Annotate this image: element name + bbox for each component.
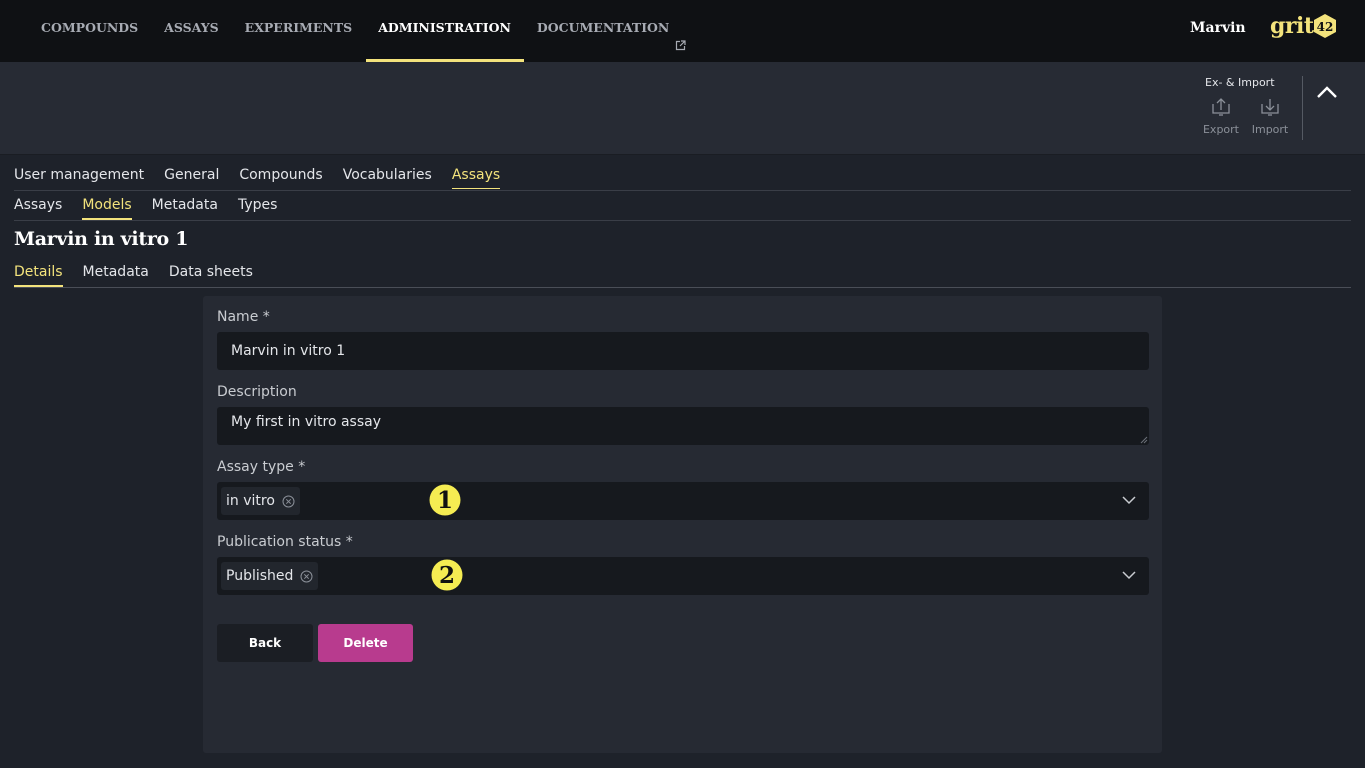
tab-user-management[interactable]: User management [14, 167, 144, 183]
tab-details[interactable]: Details [14, 264, 63, 287]
assay-subtabs-divider [14, 220, 1351, 221]
delete-button[interactable]: Delete [318, 624, 413, 662]
admin-tabs-divider [14, 190, 1351, 191]
annotation-number-1: 1 [437, 487, 453, 514]
nav-documentation[interactable]: DOCUMENTATION [537, 0, 686, 62]
annotation-badge-2: 2 [431, 559, 463, 591]
export-import-title: Ex- & Import [1205, 76, 1275, 89]
import-label: Import [1251, 123, 1289, 136]
toolbar: Ex- & Import Export Import [0, 62, 1365, 155]
tab-metadata[interactable]: Metadata [83, 264, 149, 280]
publication-status-label: Publication status * [217, 534, 353, 550]
toolbar-divider [1302, 76, 1303, 140]
tab-general[interactable]: General [164, 167, 219, 183]
import-icon [1261, 99, 1279, 116]
top-navigation: COMPOUNDS ASSAYS EXPERIMENTS ADMINISTRAT… [0, 0, 1365, 62]
description-textarea[interactable]: My first in vitro assay [217, 407, 1149, 445]
name-input[interactable]: Marvin in vitro 1 [217, 332, 1149, 370]
tab-data-sheets[interactable]: Data sheets [169, 264, 253, 280]
grit42-logo[interactable]: grit 42 [1270, 13, 1337, 39]
page-title: Marvin in vitro 1 [14, 228, 189, 250]
logo-text: grit [1270, 13, 1314, 39]
assay-subtabs: Assays Models Metadata Types [14, 197, 297, 220]
resize-grip-icon[interactable] [1140, 436, 1148, 444]
nav-experiments[interactable]: EXPERIMENTS [245, 0, 353, 62]
annotation-badge-1: 1 [429, 484, 461, 516]
subtab-assays[interactable]: Assays [14, 197, 62, 213]
detail-tabs-divider [14, 287, 1351, 288]
logo-hexagon-icon: 42 [1313, 14, 1336, 38]
subtab-types[interactable]: Types [238, 197, 277, 213]
admin-tabs: User management General Compounds Vocabu… [14, 167, 520, 189]
tab-vocabularies[interactable]: Vocabularies [343, 167, 432, 183]
detail-tabs: Details Metadata Data sheets [14, 264, 273, 287]
model-form: Name * Marvin in vitro 1 Description My … [203, 296, 1162, 753]
export-icon [1212, 98, 1230, 116]
remove-chip-icon[interactable] [300, 570, 313, 583]
annotation-number-2: 2 [439, 562, 455, 589]
tab-assays[interactable]: Assays [451, 167, 501, 189]
export-button[interactable]: Export [1199, 96, 1243, 136]
assay-type-select[interactable]: in vitro [217, 482, 1149, 520]
nav-documentation-label: DOCUMENTATION [536, 20, 670, 35]
publication-status-chip-label: Published [226, 568, 294, 584]
main-nav: COMPOUNDS ASSAYS EXPERIMENTS ADMINISTRAT… [41, 0, 712, 62]
back-button[interactable]: Back [217, 624, 313, 662]
subtab-metadata[interactable]: Metadata [152, 197, 218, 213]
nav-compounds[interactable]: COMPOUNDS [41, 0, 138, 62]
name-label: Name * [217, 309, 270, 325]
chevron-down-icon[interactable] [1122, 570, 1136, 580]
assay-type-chip: in vitro [221, 487, 300, 515]
tab-compounds[interactable]: Compounds [239, 167, 322, 183]
chevron-down-icon[interactable] [1122, 495, 1136, 505]
export-label: Export [1202, 123, 1239, 136]
assay-type-label: Assay type * [217, 459, 306, 475]
description-label: Description [217, 384, 297, 400]
publication-status-select[interactable]: Published [217, 557, 1149, 595]
assay-type-chip-label: in vitro [226, 493, 275, 509]
logo-number: 42 [1316, 20, 1333, 34]
import-button[interactable]: Import [1248, 96, 1292, 136]
nav-assays[interactable]: ASSAYS [164, 0, 219, 62]
collapse-chevron-up-icon[interactable] [1315, 81, 1339, 103]
description-value: My first in vitro assay [231, 414, 381, 430]
publication-status-chip: Published [221, 562, 319, 590]
nav-administration[interactable]: ADMINISTRATION [366, 0, 524, 62]
remove-chip-icon[interactable] [282, 495, 295, 508]
subtab-models[interactable]: Models [82, 197, 132, 220]
user-menu[interactable]: Marvin [1190, 20, 1246, 36]
